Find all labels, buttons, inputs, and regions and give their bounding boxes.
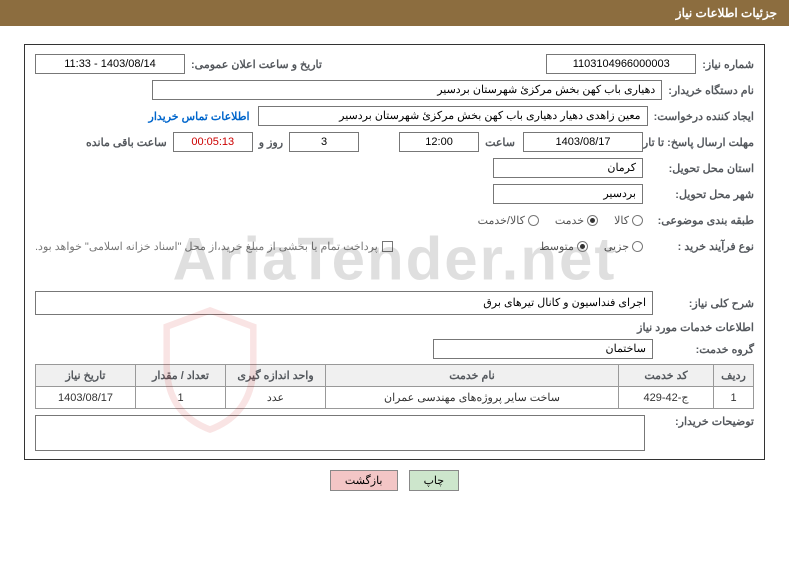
- label-process: نوع فرآیند خرید :: [649, 240, 754, 253]
- label-deadline: مهلت ارسال پاسخ: تا تاریخ:: [649, 136, 754, 149]
- td-unit: عدد: [226, 387, 326, 409]
- field-requester: معین زاهدی دهیار دهیاری باب کهن بخش مرکز…: [258, 106, 648, 126]
- label-req-no: شماره نیاز:: [702, 58, 754, 71]
- label-day-and: روز و: [259, 136, 283, 149]
- row-buyer-org: نام دستگاه خریدار: دهیاری باب کهن بخش مر…: [35, 79, 754, 101]
- th-row: ردیف: [714, 365, 754, 387]
- payment-checkbox[interactable]: [382, 241, 393, 252]
- radio-mid-label: متوسط: [539, 240, 574, 253]
- td-date: 1403/08/17: [36, 387, 136, 409]
- th-unit: واحد اندازه گیری: [226, 365, 326, 387]
- row-category: طبقه بندی موضوعی: کالا خدمت کالا/خدمت: [35, 209, 754, 231]
- field-city: بردسیر: [493, 184, 643, 204]
- field-desc: اجرای فنداسیون و کانال تیرهای برق: [35, 291, 653, 315]
- label-category: طبقه بندی موضوعی:: [649, 214, 754, 227]
- row-city: شهر محل تحویل: بردسیر: [35, 183, 754, 205]
- service-table: ردیف کد خدمت نام خدمت واحد اندازه گیری ت…: [35, 364, 754, 409]
- radio-kala-label: کالا: [614, 214, 629, 227]
- radio-both[interactable]: کالا/خدمت: [478, 214, 539, 227]
- section-service-info: اطلاعات خدمات مورد نیاز: [35, 321, 754, 334]
- label-desc: شرح کلی نیاز:: [659, 297, 754, 310]
- button-row: چاپ بازگشت: [0, 470, 789, 491]
- field-service-group: ساختمان: [433, 339, 653, 359]
- label-buyer-org: نام دستگاه خریدار:: [668, 84, 754, 97]
- label-announce: تاریخ و ساعت اعلان عمومی:: [191, 58, 322, 71]
- field-countdown: 00:05:13: [173, 132, 253, 152]
- td-name: ساخت سایر پروژه‌های مهندسی عمران: [326, 387, 619, 409]
- label-time: ساعت: [485, 136, 515, 149]
- radio-khedmat-label: خدمت: [555, 214, 584, 227]
- table-header-row: ردیف کد خدمت نام خدمت واحد اندازه گیری ت…: [36, 365, 754, 387]
- th-qty: تعداد / مقدار: [136, 365, 226, 387]
- field-announce: 1403/08/14 - 11:33: [35, 54, 185, 74]
- page-header: جزئیات اطلاعات نیاز: [0, 0, 789, 26]
- payment-note: پرداخت تمام یا بخشی از مبلغ خرید،از محل …: [35, 240, 378, 253]
- label-province: استان محل تحویل:: [649, 162, 754, 175]
- th-date: تاریخ نیاز: [36, 365, 136, 387]
- back-button[interactable]: بازگشت: [330, 470, 398, 491]
- label-remaining: ساعت باقی مانده: [86, 136, 167, 149]
- field-buyer-org: دهیاری باب کهن بخش مرکزئ شهرستان بردسیر: [152, 80, 662, 100]
- field-deadline-date: 1403/08/17: [523, 132, 643, 152]
- td-row: 1: [714, 387, 754, 409]
- td-qty: 1: [136, 387, 226, 409]
- radio-kala[interactable]: کالا: [614, 214, 643, 227]
- td-code: ج-42-429: [619, 387, 714, 409]
- radio-both-label: کالا/خدمت: [478, 214, 525, 227]
- row-deadline: مهلت ارسال پاسخ: تا تاریخ: 1403/08/17 سا…: [35, 131, 754, 153]
- radio-mid[interactable]: متوسط: [539, 240, 588, 253]
- main-container: AriaTender.net شماره نیاز: 1103104966000…: [24, 44, 765, 460]
- label-requester: ایجاد کننده درخواست:: [654, 110, 754, 123]
- field-deadline-time: 12:00: [399, 132, 479, 152]
- radio-joz[interactable]: جزیی: [604, 240, 643, 253]
- buyer-contact-link[interactable]: اطلاعات تماس خریدار: [149, 110, 250, 123]
- row-requester: ایجاد کننده درخواست: معین زاهدی دهیار ده…: [35, 105, 754, 127]
- label-service-group: گروه خدمت:: [659, 343, 754, 356]
- row-buyer-notes: توضیحات خریدار:: [35, 415, 754, 451]
- row-process: نوع فرآیند خرید : جزیی متوسط پرداخت تمام…: [35, 235, 754, 257]
- label-buyer-notes: توضیحات خریدار:: [659, 415, 754, 428]
- label-city: شهر محل تحویل:: [649, 188, 754, 201]
- buyer-notes-area: [35, 415, 645, 451]
- field-days-left: 3: [289, 132, 359, 152]
- page-title: جزئیات اطلاعات نیاز: [676, 6, 777, 20]
- print-button[interactable]: چاپ: [409, 470, 460, 491]
- row-service-group: گروه خدمت: ساختمان: [35, 338, 754, 360]
- row-desc: شرح کلی نیاز: اجرای فنداسیون و کانال تیر…: [35, 291, 754, 315]
- radio-khedmat[interactable]: خدمت: [555, 214, 598, 227]
- row-province: استان محل تحویل: کرمان: [35, 157, 754, 179]
- row-req-no: شماره نیاز: 1103104966000003 تاریخ و ساع…: [35, 53, 754, 75]
- radio-joz-label: جزیی: [604, 240, 629, 253]
- th-code: کد خدمت: [619, 365, 714, 387]
- field-province: کرمان: [493, 158, 643, 178]
- field-req-no: 1103104966000003: [546, 54, 696, 74]
- table-row: 1 ج-42-429 ساخت سایر پروژه‌های مهندسی عم…: [36, 387, 754, 409]
- th-name: نام خدمت: [326, 365, 619, 387]
